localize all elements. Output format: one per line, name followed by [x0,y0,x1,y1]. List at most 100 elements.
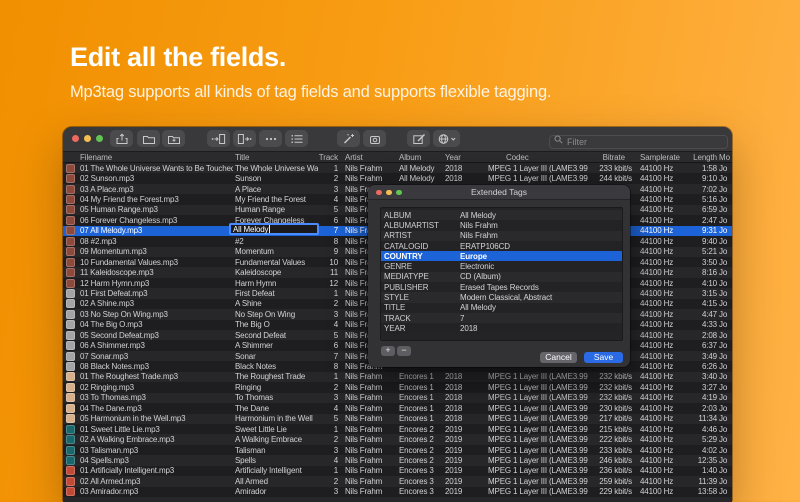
column-header-album[interactable]: Album [396,153,443,162]
album-art-cell [63,352,78,361]
table-row[interactable]: 02 A Walking Embrace.mp3A Walking Embrac… [63,434,732,444]
album-art-thumbnail [66,268,75,277]
cell-mode: Jo [717,258,732,267]
album-art-thumbnail [66,258,75,267]
table-row[interactable]: 02 Sunson.mp3Sunson2Nils FrahmAll Melody… [63,173,732,183]
remove-field-button[interactable]: − [397,346,411,356]
tag-field-row[interactable]: YEAR2018 [381,323,622,333]
cell-title: Sonar [233,352,318,361]
cell-bitrate: 232 kbit/s [588,393,633,402]
edit-button[interactable] [407,130,430,147]
inline-title-editor[interactable]: All Melody [229,223,319,235]
table-row[interactable]: 01 Artificially Intelligent.mp3Artificia… [63,466,732,476]
tag-field-row[interactable]: STYLEModern Classical, Abstract [381,292,622,302]
album-art-cell [63,383,78,392]
cell-bitrate: 233 kbit/s [588,446,633,455]
cell-codec: MPEG 1 Layer III (LAME3.99r) [486,446,588,455]
tag-field-row[interactable]: TITLEAll Melody [381,303,622,313]
web-sources-button[interactable] [433,130,460,147]
cell-bitrate: 233 kbit/s [588,164,633,173]
open-folder-button[interactable] [137,130,160,147]
column-header-bitrate[interactable]: Bitrate [588,153,633,162]
cell-album: All Melody [396,164,443,173]
table-row[interactable]: 02 Ringing.mp3Ringing2Nils FrahmEncores … [63,382,732,392]
column-header-samplerate[interactable]: Samplerate [633,153,688,162]
album-art-thumbnail [66,435,75,444]
tag-field-row[interactable]: ALBUMARTISTNils Frahm [381,220,622,230]
table-row[interactable]: 01 The Whole Universe Wants to Be Touche… [63,163,732,173]
cell-track: 3 [318,310,341,319]
cell-year: 2019 [443,425,486,434]
column-header-title[interactable]: Title [233,153,318,162]
minimize-button[interactable] [84,135,91,142]
add-field-button[interactable]: + [381,346,395,356]
table-row[interactable]: 02 All Armed.mp3All Armed2Nils FrahmEnco… [63,476,732,486]
table-row[interactable]: 04 Spells.mp3Spells4Nils FrahmEncores 22… [63,455,732,465]
column-header-length[interactable]: Length [688,153,717,162]
album-art-thumbnail [66,352,75,361]
cell-length: 11:39 [688,477,717,486]
dialog-minimize-button[interactable] [386,190,392,196]
column-header-filename[interactable]: Filename [78,153,233,162]
new-folder-button[interactable] [162,130,185,147]
column-header-mode[interactable]: Mo [717,153,732,162]
album-art-thumbnail [66,425,75,434]
table-row [63,497,732,502]
zoom-button[interactable] [96,135,103,142]
table-row[interactable]: 03 To Thomas.mp3To Thomas3Nils FrahmEnco… [63,393,732,403]
cell-samplerate: 44100 Hz [633,435,688,444]
cell-samplerate: 44100 Hz [633,164,688,173]
cell-samplerate: 44100 Hz [633,299,688,308]
cell-length: 3:40 [688,372,717,381]
album-art-cell [63,226,78,235]
list-icon [290,133,304,145]
remove-tags-button[interactable] [259,130,282,147]
cell-title: Momentum [233,247,318,256]
table-row[interactable]: 05 Harmonium in the Well.mp3Harmonium in… [63,414,732,424]
table-row[interactable]: 01 The Roughest Trade.mp3The Roughest Tr… [63,372,732,382]
tag-panel-button[interactable] [285,130,308,147]
filter-input[interactable] [549,135,728,149]
read-tags-icon [237,133,252,145]
save-button[interactable]: Save [584,352,623,363]
column-header-track[interactable]: Track [318,153,341,162]
dialog-zoom-button[interactable] [396,190,402,196]
dialog-close-button[interactable] [376,190,382,196]
close-button[interactable] [72,135,79,142]
table-row[interactable]: 04 The Dane.mp3The Dane4Nils FrahmEncore… [63,403,732,413]
cell-artist: Nils Frahm [341,456,396,465]
tag-field-row[interactable]: COUNTRYEurope [381,251,622,261]
share-button[interactable] [110,130,133,147]
cell-album: Encores 2 [396,435,443,444]
cell-codec: MPEG 1 Layer III (LAME3.99r) [486,383,588,392]
cell-mode: Jo [717,435,732,444]
tag-field-row[interactable]: MEDIATYPECD (Album) [381,272,622,282]
table-row[interactable]: 03 Amirador.mp3Amirador3Nils FrahmEncore… [63,487,732,497]
column-header-codec[interactable]: Codec [486,153,588,162]
cancel-button[interactable]: Cancel [540,352,577,363]
tag-field-row[interactable]: TRACK7 [381,313,622,323]
tag-field-row[interactable]: ALBUMAll Melody [381,210,622,220]
tag-field-row[interactable]: CATALOGIDERATP106CD [381,241,622,251]
cell-year: 2019 [443,487,486,496]
table-row[interactable]: 03 Talisman.mp3Talisman3Nils FrahmEncore… [63,445,732,455]
search-icon [554,135,563,144]
tag-field-row[interactable]: ARTISTNils Frahm [381,231,622,241]
remove-tags-icon [264,133,278,145]
tag-field-row[interactable]: PUBLISHERErased Tapes Records [381,282,622,292]
cell-artist: Nils Frahm [341,414,396,423]
album-art-thumbnail [66,487,75,496]
read-tags-button[interactable] [233,130,256,147]
save-tags-button[interactable] [207,130,230,147]
cell-artist: Nils Frahm [341,164,396,173]
table-row[interactable]: 01 Sweet Little Lie.mp3Sweet Little Lie1… [63,424,732,434]
lock-button[interactable] [363,130,386,147]
column-header-year[interactable]: Year [443,153,486,162]
column-header-artist[interactable]: Artist [341,153,396,162]
tag-field-value: Nils Frahm [460,231,622,240]
cell-title: Human Range [233,205,318,214]
actions-button[interactable] [337,130,360,147]
tag-field-row[interactable]: GENREElectronic [381,261,622,271]
cell-length: 4:33 [688,320,717,329]
cell-track: 4 [318,320,341,329]
